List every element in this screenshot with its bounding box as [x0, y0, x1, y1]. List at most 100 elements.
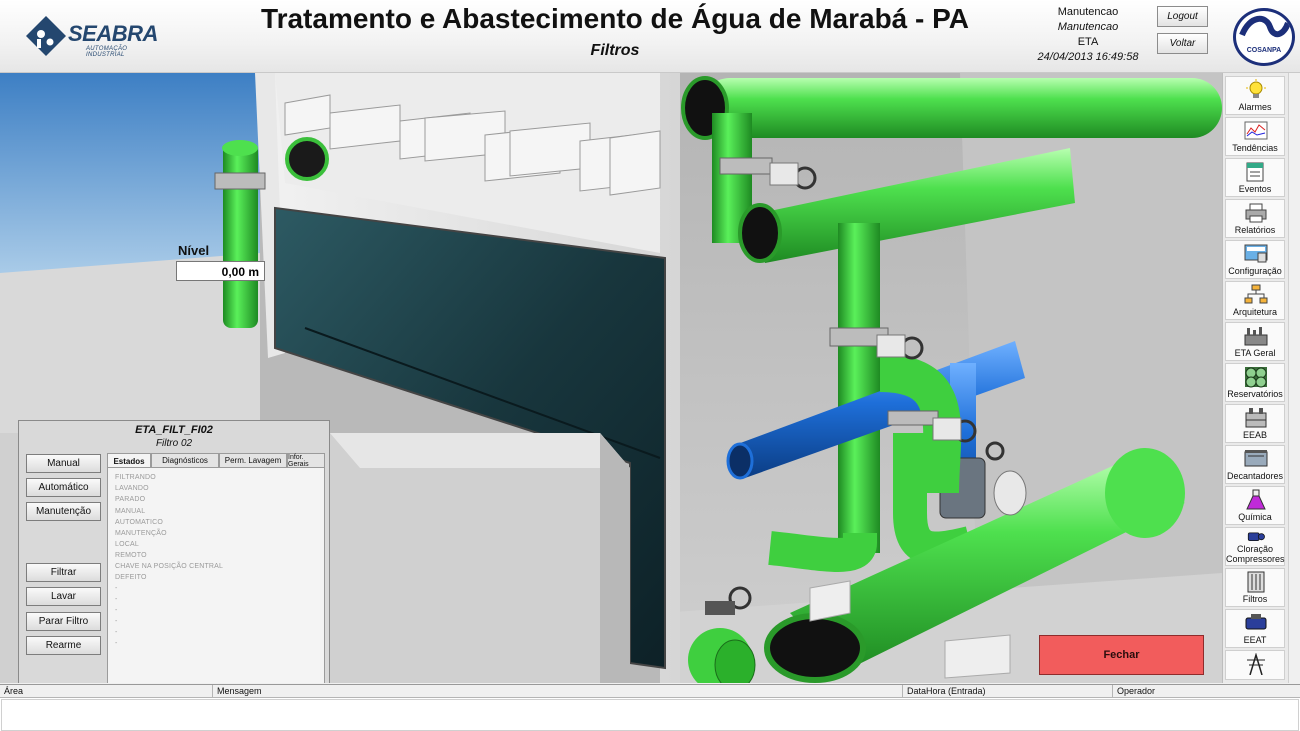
nav-relatorios[interactable]: Relatórios [1225, 199, 1285, 238]
alarm-table-header: Área Mensagem DataHora (Entrada) Operado… [0, 685, 1300, 698]
nav-power-tower[interactable] [1225, 650, 1285, 680]
alarm-table-body[interactable] [1, 699, 1299, 731]
nav-label: Decantadores [1226, 471, 1284, 481]
reservoir-icon [1245, 367, 1267, 388]
state-item: - [115, 640, 118, 647]
nav-label: Arquitetura [1232, 307, 1278, 317]
nav-label: Tendências [1232, 143, 1278, 153]
tab-infor-gerais[interactable]: Infor. Gerais [287, 453, 325, 468]
state-item: AUTOMATICO [115, 519, 164, 526]
logo-name: SEABRA [68, 21, 158, 46]
tab-infor-gerais-label: Infor. Gerais [288, 453, 309, 468]
nav-label: EEAT [1243, 635, 1267, 645]
close-button[interactable]: Fechar [1039, 635, 1204, 675]
maintenance-mode-button[interactable]: Manutenção [26, 502, 101, 521]
state-item: - [115, 596, 118, 603]
logout-button[interactable]: Logout [1157, 6, 1208, 27]
filter-command-button[interactable]: Filtrar [26, 563, 101, 582]
column-area[interactable]: Área [0, 685, 213, 698]
filter-control-panel: ETA_FILT_FI02 Filtro 02 Manual Automátic… [18, 420, 330, 683]
printer-icon [1245, 203, 1267, 223]
trend-chart-icon [1244, 121, 1268, 140]
tab-estados[interactable]: Estados [107, 453, 151, 468]
stop-filter-button[interactable]: Parar Filtro [26, 612, 101, 631]
datetime: 24/04/2013 16:49:58 [1037, 51, 1139, 63]
state-item: REMOTO [115, 552, 147, 559]
wash-command-button[interactable]: Lavar [26, 587, 101, 606]
nav-arquitetura[interactable]: Arquitetura [1225, 281, 1285, 320]
states-tab-body: FILTRANDO LAVANDO PARADO MANUAL AUTOMATI… [107, 467, 325, 683]
nav-label: Configuração [1228, 266, 1282, 276]
user-group: Manutencao [1057, 21, 1119, 33]
nav-quimica[interactable]: Química [1225, 486, 1285, 525]
nav-eta-geral[interactable]: ETA Geral [1225, 322, 1285, 361]
nav-label: Química [1238, 512, 1272, 522]
filter-tag: ETA_FILT_FI02 [135, 424, 213, 436]
column-datahora[interactable]: DataHora (Entrada) [903, 685, 1113, 698]
reset-button[interactable]: Rearme [26, 636, 101, 655]
tower-icon [1247, 653, 1265, 675]
nav-eeab[interactable]: EEAB [1225, 404, 1285, 443]
filter-icon [1247, 571, 1265, 593]
nav-eeat[interactable]: EEAT [1225, 609, 1285, 648]
logo-subtitle: AUTOMAÇÃO INDUSTRIAL [86, 46, 128, 58]
column-operador[interactable]: Operador [1113, 685, 1300, 698]
lightbulb-icon [1246, 79, 1266, 98]
nav-label: Reservatórios [1227, 389, 1283, 399]
scada-window: SEABRA AUTOMAÇÃO INDUSTRIAL Tratamento e… [0, 0, 1300, 731]
nav-cloracao-compressores[interactable]: Cloração Compressores [1225, 527, 1285, 566]
nav-label: Eventos [1238, 184, 1272, 194]
state-item: MANUTENÇÃO [115, 530, 167, 537]
nav-alarmes[interactable]: Alarmes [1225, 76, 1285, 115]
seabra-logo: SEABRA AUTOMAÇÃO INDUSTRIAL [22, 12, 158, 62]
filter-name: Filtro 02 [155, 438, 193, 449]
flask-icon [1246, 489, 1266, 510]
state-item: - [115, 607, 118, 614]
panel-tabs: Estados Diagnósticos Perm. Lavagem Infor… [107, 453, 325, 468]
nav-label: Relatórios [1234, 225, 1276, 235]
tab-diagnosticos[interactable]: Diagnósticos [151, 453, 219, 467]
pump-station-icon [1245, 408, 1267, 428]
filter-scene: Nível 0,00 m ETA_FILT_FI02 Filtro 02 Man… [0, 73, 1222, 683]
sidebar-scrollbar[interactable] [1288, 73, 1300, 683]
nav-eventos[interactable]: Eventos [1225, 158, 1285, 197]
user-name: Manutencao [1057, 6, 1119, 18]
network-icon [1244, 284, 1268, 304]
plant-icon [1244, 327, 1268, 346]
alarm-table: Área Mensagem DataHora (Entrada) Operado… [0, 684, 1300, 731]
decanter-icon [1244, 450, 1268, 467]
state-item: - [115, 629, 118, 636]
nav-decantadores[interactable]: Decantadores [1225, 445, 1285, 484]
state-item: MANUAL [115, 508, 146, 515]
nav-configuracao[interactable]: Configuração [1225, 240, 1285, 279]
state-item: PARADO [115, 496, 146, 503]
nav-label: Cloração Compressores [1226, 544, 1285, 564]
state-item: CHAVE NA POSIÇÃO CENTRAL [115, 563, 224, 570]
level-value-field: 0,00 m [176, 261, 265, 281]
cosanpa-wave-icon [1239, 15, 1291, 38]
tab-perm-lavagem[interactable]: Perm. Lavagem [219, 453, 287, 467]
page-title: Tratamento e Abastecimento de Água de Ma… [261, 3, 969, 34]
automatic-mode-button[interactable]: Automático [26, 478, 101, 497]
nav-reservatorios[interactable]: Reservatórios [1225, 363, 1285, 402]
nav-label: Alarmes [1238, 102, 1272, 112]
state-item: - [115, 585, 118, 592]
state-item: FILTRANDO [115, 474, 156, 481]
seabra-logo-mark-icon [26, 16, 66, 56]
nav-filtros[interactable]: Filtros [1225, 568, 1285, 607]
state-item: DEFEITO [115, 574, 147, 581]
cosanpa-logo: COSANPA [1233, 8, 1295, 66]
nav-label: EEAB [1242, 430, 1267, 440]
nav-tendencias[interactable]: Tendências [1225, 117, 1285, 156]
events-icon [1246, 162, 1264, 182]
station-name: ETA [1077, 36, 1099, 48]
config-icon [1244, 244, 1268, 263]
cosanpa-text: COSANPA [1246, 47, 1282, 54]
column-mensagem[interactable]: Mensagem [213, 685, 903, 698]
state-item: LOCAL [115, 541, 139, 548]
pump-icon [1245, 614, 1267, 630]
user-info: Manutencao Manutencao ETA 24/04/2013 16:… [1030, 5, 1146, 65]
navigation-sidebar: Alarmes Tendências Eventos Relatórios Co… [1222, 73, 1288, 683]
manual-mode-button[interactable]: Manual [26, 454, 101, 473]
back-button[interactable]: Voltar [1157, 33, 1208, 54]
